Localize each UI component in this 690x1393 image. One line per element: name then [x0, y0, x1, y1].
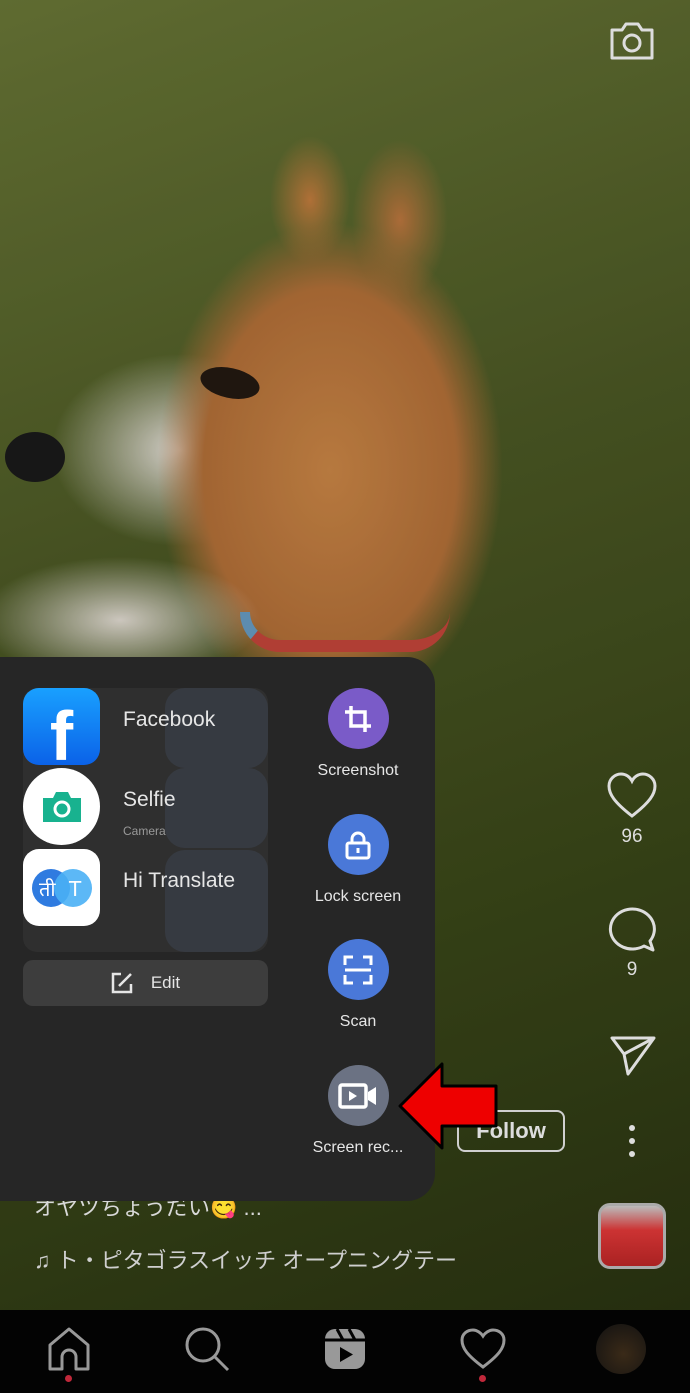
facebook-icon: f — [23, 688, 100, 775]
translate-icon: ती T — [23, 849, 100, 926]
heart-icon[interactable] — [458, 1324, 508, 1374]
comment-count: 9 — [626, 959, 638, 980]
lock-icon — [327, 814, 389, 875]
crop-icon — [327, 688, 389, 749]
like-count: 96 — [621, 826, 643, 847]
tool-label: Lock screen — [314, 888, 402, 905]
svg-text:T: T — [68, 877, 82, 901]
tool-label: Screenshot — [317, 762, 399, 779]
tool-screenshot[interactable]: Screenshot — [298, 688, 418, 780]
tool-lock-screen[interactable]: Lock screen — [298, 814, 418, 906]
app-label: Hi Translate — [123, 869, 236, 892]
music-info[interactable]: ♫ ト・ピタゴラスイッチ オープニングテー — [34, 1243, 457, 1275]
home-notification-dot — [65, 1375, 72, 1382]
reels-icon[interactable] — [320, 1324, 370, 1374]
app-shortcuts: f Facebook Selfie Camera ती T Hi Translat… — [23, 688, 268, 952]
like-button[interactable]: 96 — [600, 772, 664, 848]
app-label: Selfie — [123, 788, 176, 811]
comment-button[interactable]: 9 — [600, 903, 664, 981]
app-label: Facebook — [123, 708, 216, 731]
heart-icon — [607, 772, 657, 818]
music-icon: ♫ — [34, 1248, 57, 1273]
camera-icon[interactable] — [608, 18, 656, 62]
more-options-icon[interactable] — [600, 1124, 664, 1158]
profile-avatar[interactable] — [596, 1324, 646, 1374]
edit-label: Edit — [150, 973, 181, 992]
camera-icon — [23, 768, 100, 845]
activity-notification-dot — [479, 1375, 486, 1382]
edit-icon — [111, 972, 133, 994]
app-selfie[interactable]: Selfie Camera — [23, 768, 268, 848]
audio-thumbnail[interactable] — [598, 1203, 666, 1269]
scan-icon — [327, 939, 389, 1000]
search-icon[interactable] — [182, 1324, 232, 1374]
app-facebook[interactable]: f Facebook — [23, 688, 268, 775]
comment-icon — [608, 907, 656, 952]
app-sublabel: Camera — [123, 824, 166, 838]
edit-button[interactable]: Edit — [23, 960, 268, 1006]
app-hi-translate[interactable]: ती T Hi Translate — [23, 849, 268, 929]
bottom-nav — [0, 1310, 690, 1393]
home-icon[interactable] — [44, 1324, 94, 1374]
music-title: ト・ピタゴラスイッチ オープニングテー — [56, 1248, 457, 1273]
svg-text:ती: ती — [39, 877, 56, 901]
video-record-icon — [327, 1065, 389, 1126]
annotation-arrow — [398, 1062, 498, 1150]
tool-scan[interactable]: Scan — [298, 939, 418, 1031]
tool-label: Scan — [339, 1013, 377, 1030]
send-icon[interactable] — [600, 1034, 664, 1080]
